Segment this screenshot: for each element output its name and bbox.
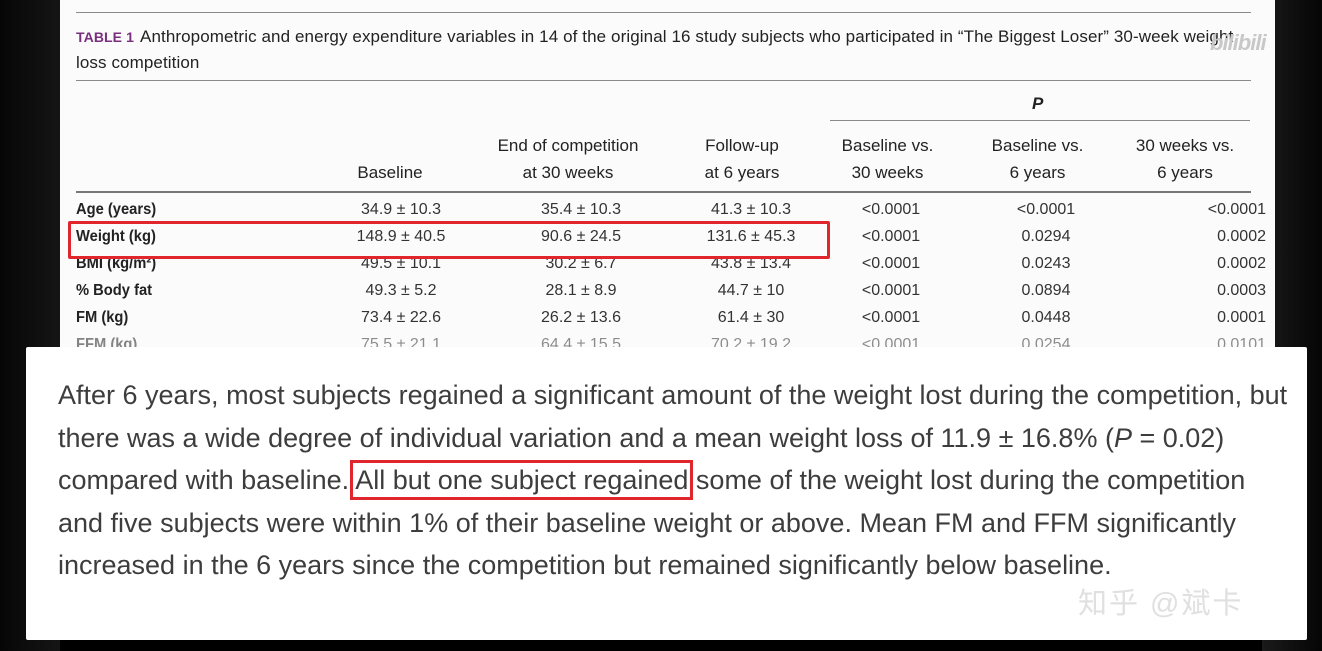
table-row: FM (kg) 73.4 ± 22.6 26.2 ± 13.6 61.4 ± 3… xyxy=(76,309,1266,336)
table-cell: 34.9 ± 10.3 xyxy=(361,201,441,218)
bilibili-watermark: bilibili xyxy=(1210,30,1267,55)
table-cell: <0.0001 xyxy=(861,255,921,272)
table-cell: 35.4 ± 10.3 xyxy=(541,201,621,218)
table-cell: 0.0001 xyxy=(1217,309,1266,326)
col-header-line2: 6 years xyxy=(1009,163,1066,182)
col-header-line2: 30 weeks xyxy=(851,163,924,182)
col-header-line2: Baseline xyxy=(357,163,423,182)
col-header-follow-up: Follow-up at 6 years xyxy=(672,132,812,186)
p-symbol: P xyxy=(1113,422,1132,453)
col-header-line1: Follow-up xyxy=(705,136,779,155)
col-header-baseline-vs-6y: Baseline vs. 6 years xyxy=(970,132,1105,186)
col-header-30w-vs-6y: 30 weeks vs. 6 years xyxy=(1115,132,1255,186)
excerpt-text: After 6 years, most subjects regained a … xyxy=(58,380,1288,453)
col-header-end-competition: End of competition at 30 weeks xyxy=(468,132,668,186)
table-cell: <0.0001 xyxy=(861,309,921,326)
table-cell: 26.2 ± 13.6 xyxy=(541,309,621,326)
table-cell: <0.0001 xyxy=(861,201,921,218)
excerpt-paragraph: After 6 years, most subjects regained a … xyxy=(58,374,1288,587)
top-rule xyxy=(76,12,1251,13)
table-row: BMI (kg/m²) 49.5 ± 10.1 30.2 ± 6.7 43.8 … xyxy=(76,255,1266,282)
col-header-line2: at 30 weeks xyxy=(522,163,614,182)
col-header-line1: 30 weeks vs. xyxy=(1135,136,1235,155)
caption-rule xyxy=(76,80,1251,81)
col-header-baseline: Baseline xyxy=(320,132,460,186)
col-header-line1 xyxy=(320,132,460,159)
table-row: % Body fat 49.3 ± 5.2 28.1 ± 8.9 44.7 ± … xyxy=(76,282,1266,309)
excerpt-card: After 6 years, most subjects regained a … xyxy=(26,347,1307,640)
table-cell: 0.0003 xyxy=(1217,282,1266,299)
author-credit: 知乎 @斌卡 xyxy=(1078,588,1244,620)
table-cell: 73.4 ± 22.6 xyxy=(361,309,441,326)
table-cell: 0.0448 xyxy=(1021,309,1071,326)
table-cell: 0.0243 xyxy=(1021,255,1071,272)
p-value-header: P xyxy=(1032,94,1044,113)
row-label: FM (kg) xyxy=(76,309,129,326)
table-cell: 41.3 ± 10.3 xyxy=(711,201,791,218)
header-rule xyxy=(76,191,1251,193)
table-cell: 0.0002 xyxy=(1217,255,1266,272)
col-header-line2: 6 years xyxy=(1157,163,1213,182)
table-cell: <0.0001 xyxy=(861,228,921,245)
col-header-line1: End of competition xyxy=(497,136,639,155)
row-label: Age (years) xyxy=(76,201,157,218)
highlighted-phrase: All but one subject regained xyxy=(350,460,694,501)
table-caption: TABLE 1 Anthropometric and energy expendi… xyxy=(76,24,1236,75)
table-cell: <0.0001 xyxy=(1016,201,1076,218)
col-header-baseline-vs-30w: Baseline vs. 30 weeks xyxy=(820,132,955,186)
weight-row-highlight-box xyxy=(68,221,830,259)
col-header-line1: Baseline vs. xyxy=(991,136,1084,155)
table-cell: 28.1 ± 8.9 xyxy=(545,282,617,299)
p-span-rule xyxy=(830,120,1250,121)
row-label: % Body fat xyxy=(76,282,153,299)
table-cell: <0.0001 xyxy=(861,282,921,299)
table-cell: 0.0002 xyxy=(1217,228,1266,245)
table-cell: 61.4 ± 30 xyxy=(717,309,785,326)
col-header-line1: Baseline vs. xyxy=(841,136,934,155)
table-cell: 0.0294 xyxy=(1021,228,1071,245)
caption-text: Anthropometric and energy expenditure va… xyxy=(76,27,1234,72)
table-label: TABLE 1 xyxy=(76,29,134,45)
table-cell: 0.0894 xyxy=(1021,282,1071,299)
table-page: TABLE 1 Anthropometric and energy expendi… xyxy=(60,0,1275,350)
table-cell: 44.7 ± 10 xyxy=(717,282,785,299)
table-cell: <0.0001 xyxy=(1207,201,1266,218)
table-cell: 49.3 ± 5.2 xyxy=(365,282,437,299)
col-header-line2: at 6 years xyxy=(704,163,780,182)
